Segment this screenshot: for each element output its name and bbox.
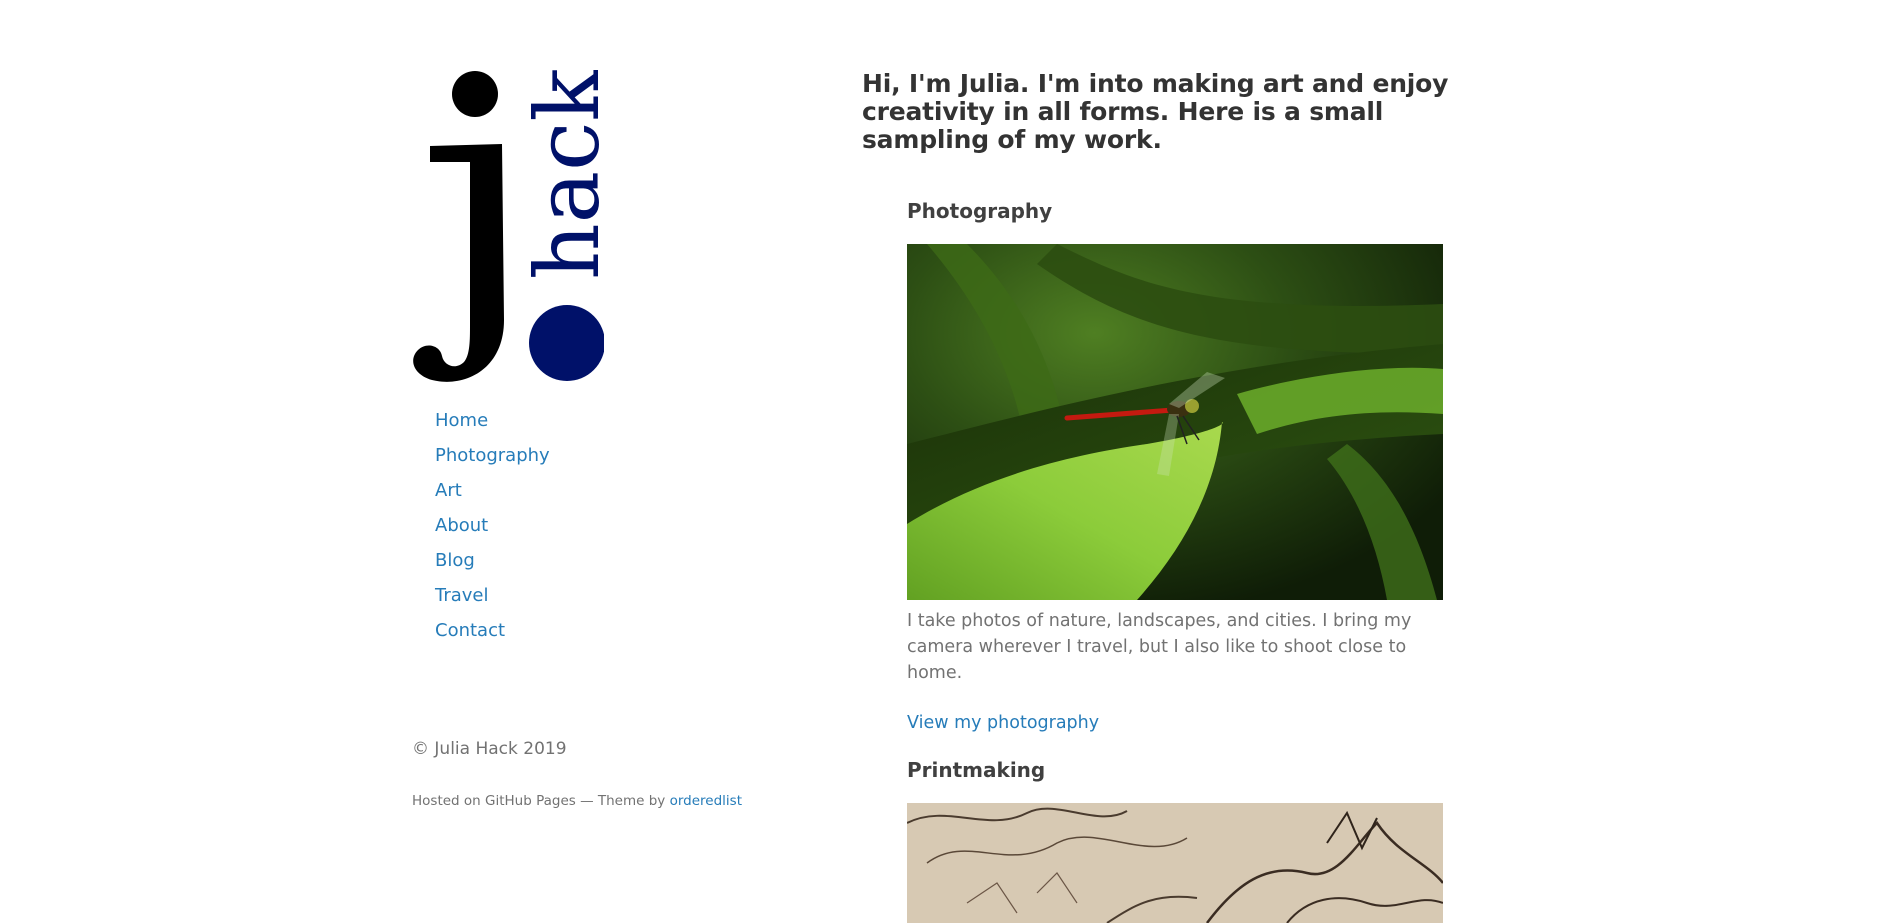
photography-section: Photography I take photos of nature, lan… <box>907 198 1447 736</box>
sidebar: hack Home Photography Art About Blog Tra… <box>412 70 772 809</box>
section-title-printmaking: Printmaking <box>907 758 1046 782</box>
photography-description: I take photos of nature, landscapes, and… <box>907 611 1412 683</box>
section-title-photography: Photography <box>907 199 1053 223</box>
hosted-text: Hosted on GitHub Pages — Theme by <box>412 793 670 809</box>
nav-link-contact[interactable]: Contact <box>435 620 505 641</box>
nav-item-about: About <box>435 514 550 549</box>
intro-heading: Hi, I'm Julia. I'm into making art and e… <box>862 69 1449 154</box>
nav-link-home[interactable]: Home <box>435 410 488 431</box>
hosted-note: Hosted on GitHub Pages — Theme by ordere… <box>412 793 742 809</box>
nav-link-about[interactable]: About <box>435 515 488 536</box>
logo-icon: hack <box>413 70 604 382</box>
nav-link-photography[interactable]: Photography <box>435 445 550 466</box>
etching-print-photo <box>907 803 1443 923</box>
nav-item-travel: Travel <box>435 584 550 619</box>
nav-item-home: Home <box>435 409 550 444</box>
nav-item-contact: Contact <box>435 619 550 654</box>
printmaking-section: Printmaking <box>907 757 1447 923</box>
nav-item-blog: Blog <box>435 549 550 584</box>
nav-item-photography: Photography <box>435 444 550 479</box>
dragonfly-photo <box>907 244 1443 600</box>
view-photography-link[interactable]: View my photography <box>907 710 1447 736</box>
main-content: Hi, I'm Julia. I'm into making art and e… <box>862 69 1502 923</box>
copyright-text: © Julia Hack 2019 <box>412 739 567 759</box>
theme-author-link[interactable]: orderedlist <box>670 793 742 809</box>
nav-link-art[interactable]: Art <box>435 480 462 501</box>
nav-item-art: Art <box>435 479 550 514</box>
logo-text-hack: hack <box>516 70 604 280</box>
site-logo-link[interactable]: hack <box>412 70 604 382</box>
main-nav: Home Photography Art About Blog Travel C… <box>435 409 550 654</box>
nav-link-travel[interactable]: Travel <box>435 585 489 606</box>
nav-link-blog[interactable]: Blog <box>435 550 475 571</box>
